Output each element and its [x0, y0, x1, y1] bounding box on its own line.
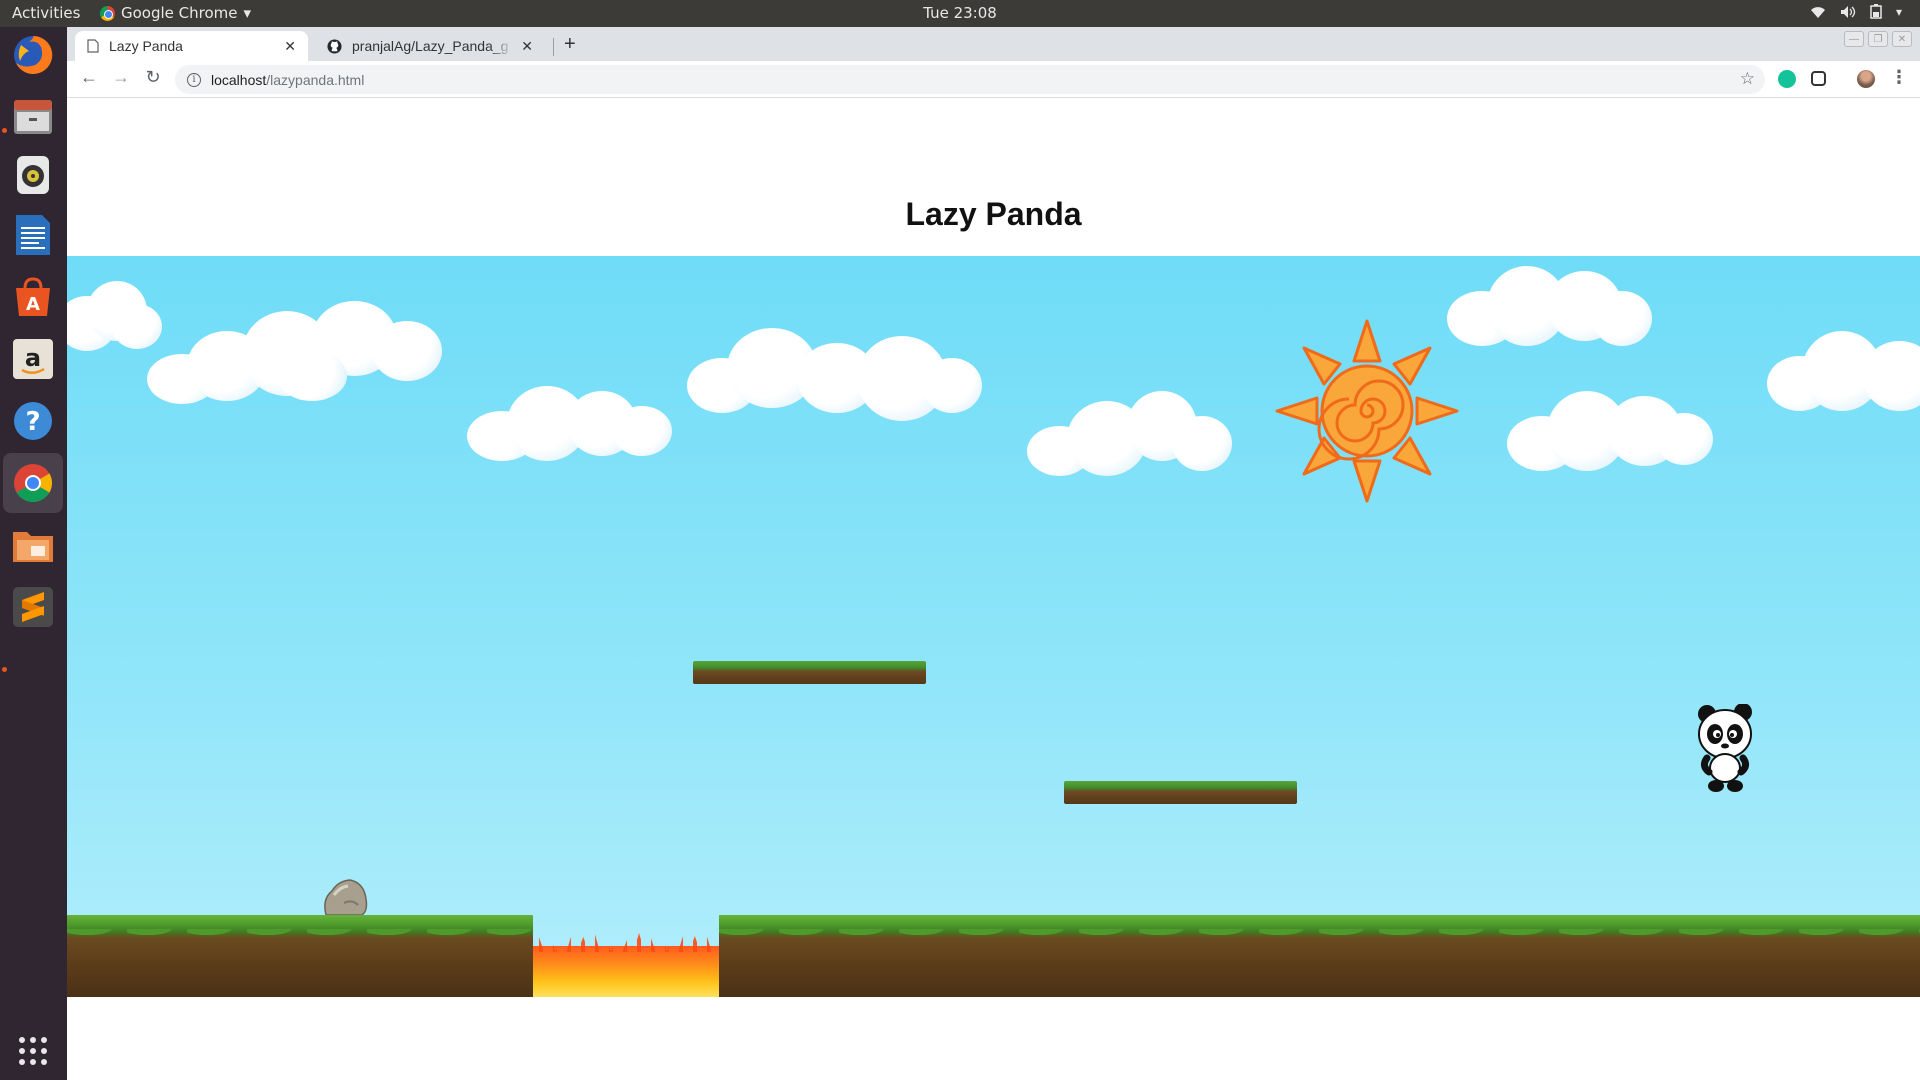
system-menu-chevron-icon: ▾: [1895, 4, 1902, 19]
sun: [1272, 316, 1462, 506]
browser-toolbar: ← → ↻ i localhost /lazypanda.html ☆ ⋮: [67, 61, 1920, 98]
close-icon[interactable]: ✕: [284, 38, 296, 55]
maximize-button[interactable]: ❐: [1868, 31, 1888, 47]
cloud: [1027, 386, 1237, 486]
wifi-icon: [1810, 6, 1825, 18]
software-center-icon: A: [16, 277, 50, 316]
sublime-text-launcher[interactable]: [9, 583, 57, 631]
writer-launcher[interactable]: [9, 211, 57, 259]
ground-right: [719, 915, 1920, 997]
svg-text:a: a: [25, 344, 41, 372]
profile-avatar[interactable]: [1857, 70, 1875, 88]
sun-icon: [1275, 319, 1459, 503]
sublime-text-icon: [13, 587, 53, 627]
activities-button[interactable]: Activities: [12, 4, 80, 22]
cloud: [687, 318, 987, 428]
cloud: [1767, 321, 1920, 421]
help-icon: ?: [14, 402, 52, 440]
game-canvas[interactable]: [67, 256, 1920, 997]
firefox-icon: [14, 35, 53, 74]
show-applications-button[interactable]: [9, 1027, 57, 1075]
new-tab-button[interactable]: +: [564, 33, 576, 56]
cloud: [467, 376, 677, 466]
system-tray[interactable]: ▾: [1810, 4, 1902, 19]
floating-platform: [1064, 781, 1297, 804]
minimize-button[interactable]: —: [1844, 31, 1864, 47]
tab-lazy-panda[interactable]: Lazy Panda ✕: [75, 31, 308, 61]
amazon-icon: a: [13, 339, 53, 379]
reload-button[interactable]: ↻: [141, 67, 165, 88]
window-controls: — ❐ ✕: [1844, 31, 1912, 47]
back-button[interactable]: ←: [77, 67, 101, 88]
tab-strip: Lazy Panda ✕ pranjalAg/Lazy_Panda_g ✕ + …: [67, 27, 1920, 61]
chrome-icon: [100, 5, 115, 21]
file-manager-launcher[interactable]: [9, 521, 57, 569]
tab-title: pranjalAg/Lazy_Panda_g: [352, 38, 509, 54]
github-icon: [327, 38, 342, 54]
clock[interactable]: Tue 23:08: [923, 4, 997, 22]
rock-obstacle: [322, 877, 368, 917]
panda-icon: [1698, 703, 1752, 792]
page-icon: [87, 39, 99, 53]
floating-platform: [693, 661, 926, 684]
grammarly-extension-icon[interactable]: [1778, 70, 1796, 88]
rock-icon: [324, 879, 368, 916]
dock: A a ?: [0, 27, 67, 1080]
chrome-menu-button[interactable]: ⋮: [1887, 67, 1911, 88]
app-menu[interactable]: Google Chrome ▾: [100, 4, 251, 22]
files-icon: [14, 100, 52, 134]
url-path: /lazypanda.html: [266, 71, 365, 88]
page-title: Lazy Panda: [905, 196, 1082, 232]
battery-icon: [1870, 4, 1882, 19]
forward-button[interactable]: →: [109, 67, 133, 88]
file-manager-icon: [13, 532, 53, 562]
cloud: [1507, 381, 1717, 481]
help-launcher[interactable]: ?: [9, 397, 57, 445]
chrome-launcher[interactable]: [3, 453, 63, 513]
firefox-launcher[interactable]: [9, 31, 57, 79]
cloud: [1447, 261, 1657, 361]
address-bar[interactable]: i localhost /lazypanda.html ☆: [175, 65, 1765, 94]
system-top-bar: Activities Google Chrome ▾ Tue 23:08 ▾: [0, 0, 1920, 27]
ground-left: [67, 915, 533, 997]
tab-github[interactable]: pranjalAg/Lazy_Panda_g ✕: [315, 31, 545, 61]
amazon-launcher[interactable]: a: [9, 335, 57, 383]
close-window-button[interactable]: ✕: [1892, 31, 1912, 47]
bookmark-star-icon[interactable]: ☆: [1740, 69, 1755, 89]
chevron-down-icon: ▾: [243, 4, 252, 22]
fire-pit: [533, 932, 719, 997]
cloud: [147, 296, 447, 406]
panda-character: [1697, 703, 1757, 794]
writer-icon: [16, 215, 50, 255]
rhythmbox-launcher[interactable]: [9, 151, 57, 199]
volume-icon: [1840, 5, 1856, 18]
page-content: Lazy Panda: [67, 98, 1920, 1080]
close-icon[interactable]: ✕: [521, 38, 533, 55]
app-menu-label: Google Chrome: [121, 4, 238, 22]
rhythmbox-icon: [17, 156, 49, 194]
files-launcher[interactable]: [9, 93, 57, 141]
svg-text:?: ?: [25, 407, 40, 437]
url-host: localhost: [211, 71, 267, 88]
chrome-icon: [14, 464, 53, 503]
software-center-launcher[interactable]: A: [9, 273, 57, 321]
extension-icon[interactable]: [1811, 71, 1826, 86]
tab-title: Lazy Panda: [109, 38, 183, 54]
show-apps-icon: [19, 1037, 47, 1065]
info-icon[interactable]: i: [187, 72, 201, 87]
svg-text:A: A: [26, 294, 40, 315]
